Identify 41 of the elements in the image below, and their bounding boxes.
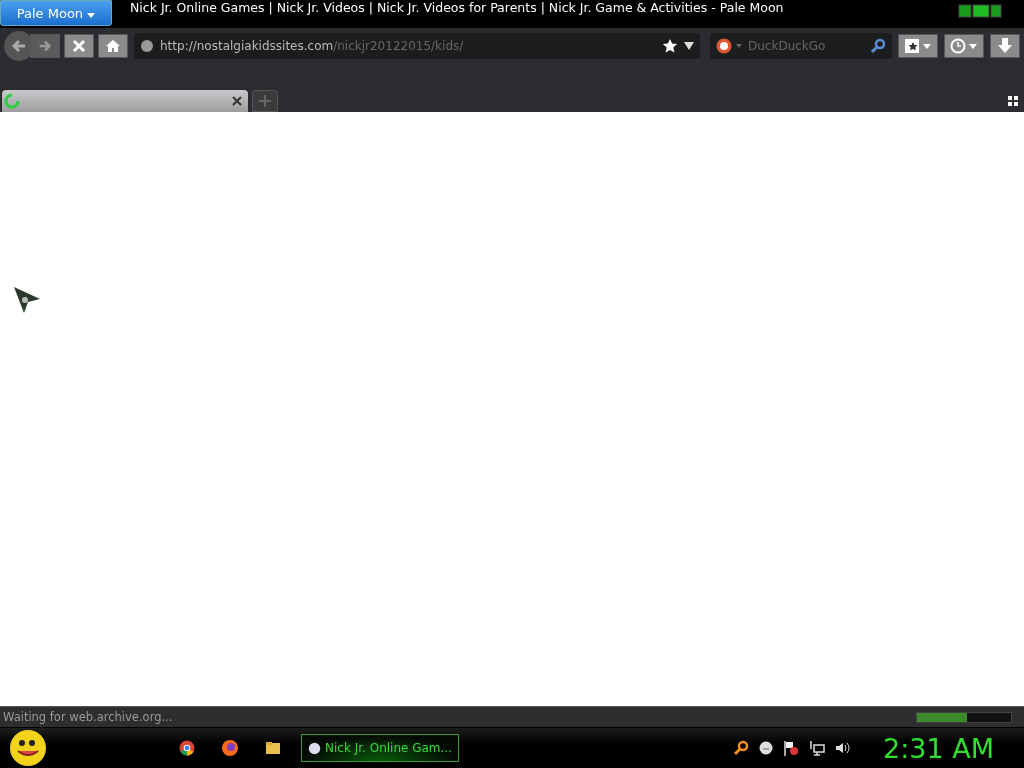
address-field[interactable]: http://nostalgiakidssites.com/nickjr20122015/kids/ <box>134 33 700 59</box>
bookmarks-icon <box>904 38 932 54</box>
speaker-icon[interactable] <box>835 740 851 756</box>
app-menu-button[interactable]: Pale Moon <box>0 0 112 26</box>
search-icon[interactable] <box>870 38 886 54</box>
download-button[interactable] <box>990 34 1020 58</box>
star-icon[interactable] <box>662 38 678 54</box>
close-icon[interactable] <box>232 96 242 106</box>
window-title: Nick Jr. Online Games | Nick Jr. Videos | Nick Jr. Videos for Parents | Nick Jr. Game & Activities - Pale Moon <box>130 0 784 15</box>
bookmarks-button[interactable] <box>898 34 938 58</box>
smiley-start-icon[interactable] <box>9 729 47 767</box>
magnifier-icon[interactable] <box>733 740 749 756</box>
tab-list-icon[interactable] <box>1008 96 1018 106</box>
globe-icon <box>140 39 154 53</box>
dropdown-icon[interactable] <box>684 42 694 50</box>
home-icon <box>105 38 121 54</box>
network-icon[interactable] <box>809 740 825 756</box>
search-input[interactable]: DuckDuckGo <box>746 38 866 54</box>
forward-arrow-icon <box>38 39 52 53</box>
search-bar[interactable]: DuckDuckGo <box>710 33 892 59</box>
clock: 2:31 AM <box>883 732 994 764</box>
chrome-icon[interactable] <box>179 740 195 756</box>
folder-icon[interactable] <box>265 740 281 756</box>
stop-button[interactable] <box>64 34 94 58</box>
loading-spinner-icon <box>4 93 20 109</box>
back-arrow-icon <box>11 38 27 54</box>
face-icon[interactable] <box>759 741 773 755</box>
window-controls-icon[interactable] <box>958 4 1002 18</box>
clock-icon <box>950 38 978 54</box>
taskbar-button[interactable]: Nick Jr. Online Gam... <box>301 734 459 762</box>
stop-icon <box>72 39 86 53</box>
status-text: Waiting for web.archive.org... <box>3 710 173 724</box>
caret-icon <box>87 12 96 18</box>
download-icon <box>996 37 1014 55</box>
flag-icon[interactable] <box>783 740 799 756</box>
plus-icon <box>259 95 271 107</box>
cursor-icon <box>13 286 41 314</box>
home-button[interactable] <box>98 34 128 58</box>
history-button[interactable] <box>944 34 984 58</box>
caret-icon[interactable] <box>736 44 742 48</box>
globe-icon <box>308 740 321 756</box>
